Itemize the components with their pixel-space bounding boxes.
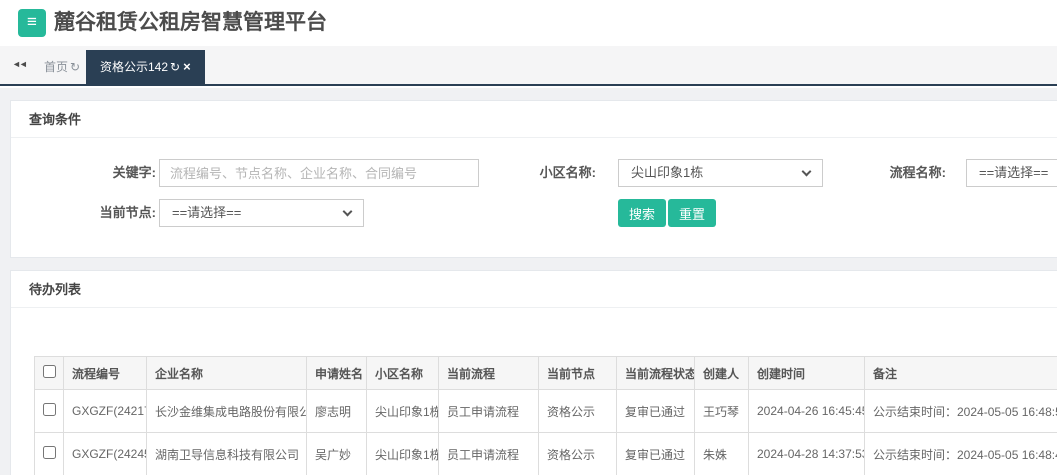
- close-icon[interactable]: ×: [183, 59, 191, 74]
- tab-qualification-publicity[interactable]: 资格公示142 ↻ ×: [86, 50, 205, 84]
- cell-current-process: 员工申请流程: [438, 432, 539, 475]
- col-create-time: 创建时间: [748, 356, 865, 390]
- process-select[interactable]: ==请选择==: [966, 159, 1057, 187]
- cell-company-name: 长沙金维集成电路股份有限公司: [146, 389, 307, 433]
- cell-process-status: 复审已通过: [616, 389, 695, 433]
- cell-community-name: 尖山印象1栋: [366, 389, 439, 433]
- col-process-no: 流程编号: [63, 356, 147, 390]
- tab-home[interactable]: 首页 ↻: [30, 50, 94, 84]
- refresh-icon[interactable]: ↻: [70, 60, 80, 74]
- query-conditions-panel: 查询条件 关键字: 小区名称: 尖山印象1栋 流程名称: ==请选择== 当前节…: [10, 100, 1057, 258]
- current-node-select-value: ==请选择==: [172, 205, 242, 220]
- chevron-down-icon: [342, 206, 353, 217]
- cell-company-name: 湖南卫导信息科技有限公司: [146, 432, 307, 475]
- col-process-status: 当前流程状态: [616, 356, 695, 390]
- todo-table: 流程编号 企业名称 申请姓名 小区名称 当前流程 当前节点 当前流程状态 创建人…: [34, 356, 1057, 475]
- row-checkbox[interactable]: [43, 446, 56, 459]
- cell-process-status: 复审已通过: [616, 432, 695, 475]
- col-current-process: 当前流程: [438, 356, 539, 390]
- cell-creator: 朱姝: [694, 432, 749, 475]
- keyword-input[interactable]: [159, 159, 479, 187]
- chevron-down-icon: [801, 166, 812, 177]
- keyword-label: 关键字:: [112, 165, 156, 180]
- table-row: GXGZF(24217) 长沙金维集成电路股份有限公司 廖志明 尖山印象1栋 员…: [34, 389, 1057, 433]
- content-area: 查询条件 关键字: 小区名称: 尖山印象1栋 流程名称: ==请选择== 当前节…: [0, 88, 1057, 475]
- tab-bar: ◄◄ 首页 ↻ 资格公示142 ↻ ×: [0, 46, 1057, 86]
- table-header-row: 流程编号 企业名称 申请姓名 小区名称 当前流程 当前节点 当前流程状态 创建人…: [34, 356, 1057, 390]
- refresh-icon[interactable]: ↻: [170, 60, 180, 74]
- cell-applicant-name: 廖志明: [306, 389, 367, 433]
- cell-process-no: GXGZF(24217): [63, 389, 147, 433]
- col-creator: 创建人: [694, 356, 749, 390]
- menu-icon[interactable]: ≡: [18, 9, 46, 37]
- cell-create-time: 2024-04-28 14:37:53: [748, 432, 865, 475]
- todo-table-wrap: 流程编号 企业名称 申请姓名 小区名称 当前流程 当前节点 当前流程状态 创建人…: [34, 356, 1057, 475]
- col-applicant-name: 申请姓名: [306, 356, 367, 390]
- search-button[interactable]: 搜索: [618, 199, 667, 227]
- cell-process-no: GXGZF(24245): [63, 432, 147, 475]
- collapse-tabs-icon[interactable]: ◄◄: [8, 57, 30, 71]
- cell-creator: 王巧琴: [694, 389, 749, 433]
- col-company-name: 企业名称: [146, 356, 307, 390]
- table-row: GXGZF(24245) 湖南卫导信息科技有限公司 吴广妙 尖山印象1栋 员工申…: [34, 432, 1057, 475]
- community-name-label: 小区名称:: [539, 165, 596, 180]
- community-select-value: 尖山印象1栋: [631, 165, 704, 180]
- cell-remark: 公示结束时间：2024-05-05 16:48:48: [864, 432, 1057, 475]
- cell-current-node: 资格公示: [538, 432, 617, 475]
- current-node-select[interactable]: ==请选择==: [159, 199, 364, 227]
- reset-button[interactable]: 重置: [668, 199, 717, 227]
- process-select-value: ==请选择==: [979, 165, 1049, 180]
- cell-current-node: 资格公示: [538, 389, 617, 433]
- page-title: 麓谷租赁公租房智慧管理平台: [54, 11, 327, 34]
- col-current-node: 当前节点: [538, 356, 617, 390]
- cell-create-time: 2024-04-26 16:45:45: [748, 389, 865, 433]
- app-header: ≡ 麓谷租赁公租房智慧管理平台: [0, 0, 1057, 46]
- row-select-cell: [34, 389, 64, 433]
- col-remark: 备注: [864, 356, 1057, 390]
- todo-list-panel: 待办列表 流程编号 企业名称 申请姓名 小区名称 当前流程 当前节点 当前流程状…: [10, 270, 1057, 475]
- process-name-label: 流程名称:: [889, 165, 946, 180]
- cell-current-process: 员工申请流程: [438, 389, 539, 433]
- cell-applicant-name: 吴广妙: [306, 432, 367, 475]
- row-checkbox[interactable]: [43, 403, 56, 416]
- tab-home-label: 首页: [44, 60, 69, 74]
- current-node-label: 当前节点:: [99, 205, 156, 220]
- row-select-cell: [34, 432, 64, 475]
- query-panel-title: 查询条件: [11, 101, 1057, 138]
- cell-community-name: 尖山印象1栋: [366, 432, 439, 475]
- cell-remark: 公示结束时间：2024-05-05 16:48:59: [864, 389, 1057, 433]
- select-all-checkbox[interactable]: [43, 365, 56, 378]
- col-community-name: 小区名称: [366, 356, 439, 390]
- community-select[interactable]: 尖山印象1栋: [618, 159, 823, 187]
- tab-qualification-label: 资格公示142: [100, 60, 169, 74]
- todo-panel-title: 待办列表: [11, 271, 1057, 308]
- select-all-cell: [34, 356, 64, 390]
